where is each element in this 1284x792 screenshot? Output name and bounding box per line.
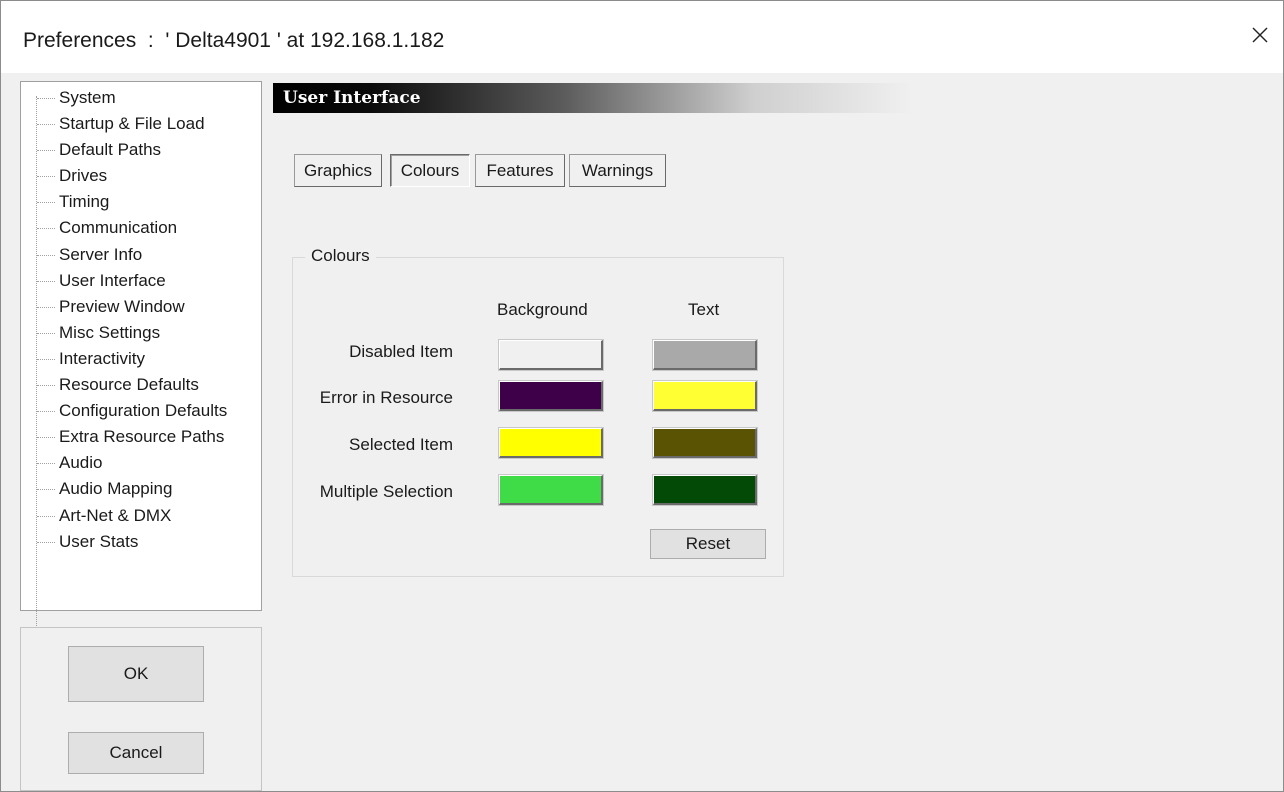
error-in-resource-background-swatch[interactable] [498, 380, 604, 412]
section-title: User Interface [283, 88, 421, 108]
sidebar-item-drives[interactable]: Drives [21, 165, 227, 191]
sidebar-item-default-paths[interactable]: Default Paths [21, 139, 227, 165]
cancel-button[interactable]: Cancel [68, 732, 204, 774]
sidebar-item-user-interface[interactable]: User Interface [21, 270, 227, 296]
disabled-item-text-swatch[interactable] [652, 339, 758, 371]
sidebar-item-preview-window[interactable]: Preview Window [21, 296, 227, 322]
sidebar-item-user-stats[interactable]: User Stats [21, 531, 227, 557]
sidebar-item-audio-mapping[interactable]: Audio Mapping [21, 478, 227, 504]
selected-item-background-swatch[interactable] [498, 427, 604, 459]
sidebar-item-art-net-dmx[interactable]: Art-Net & DMX [21, 505, 227, 531]
disabled-item-label: Disabled Item [349, 342, 453, 361]
window-title: Preferences : ' Delta4901 ' at 192.168.1… [23, 29, 445, 52]
sidebar-item-interactivity[interactable]: Interactivity [21, 348, 227, 374]
tab-colours[interactable]: Colours [390, 154, 470, 187]
section-header: User Interface [273, 83, 913, 113]
selected-item-text-swatch[interactable] [652, 427, 758, 459]
error-in-resource-label: Error in Resource [319, 388, 453, 407]
sidebar-item-configuration-defaults[interactable]: Configuration Defaults [21, 400, 227, 426]
disabled-item-background-swatch[interactable] [498, 339, 604, 371]
sidebar-item-startup-file-load[interactable]: Startup & File Load [21, 113, 227, 139]
multiple-selection-text-swatch[interactable] [652, 474, 758, 506]
sidebar-item-system[interactable]: System [21, 87, 227, 113]
dialog-buttons-group: OK Cancel [20, 627, 262, 791]
multiple-selection-background-swatch[interactable] [498, 474, 604, 506]
sidebar-item-audio[interactable]: Audio [21, 452, 227, 478]
sidebar-item-server-info[interactable]: Server Info [21, 244, 227, 270]
ok-button[interactable]: OK [68, 646, 204, 702]
multiple-selection-label: Multiple Selection [319, 482, 453, 501]
background-column-header: Background [497, 300, 588, 319]
tab-features[interactable]: Features [475, 154, 565, 187]
close-icon [1251, 26, 1269, 49]
sidebar-item-resource-defaults[interactable]: Resource Defaults [21, 374, 227, 400]
title-bar: Preferences : ' Delta4901 ' at 192.168.1… [1, 1, 1283, 73]
selected-item-label: Selected Item [349, 435, 453, 454]
sidebar-item-timing[interactable]: Timing [21, 191, 227, 217]
sidebar-item-misc-settings[interactable]: Misc Settings [21, 322, 227, 348]
text-column-header: Text [688, 300, 720, 319]
sidebar-item-extra-resource-paths[interactable]: Extra Resource Paths [21, 426, 227, 452]
tab-graphics[interactable]: Graphics [294, 154, 382, 187]
sidebar-item-communication[interactable]: Communication [21, 217, 227, 243]
error-in-resource-text-swatch[interactable] [652, 380, 758, 412]
close-button[interactable] [1237, 15, 1283, 59]
category-tree[interactable]: System Startup & File Load Default Paths Dr… [20, 81, 262, 628]
colours-group-title: Colours [305, 246, 376, 266]
reset-button[interactable]: Reset [650, 529, 766, 559]
tab-warnings[interactable]: Warnings [569, 154, 666, 187]
category-list: System Startup & File Load Default Paths Dr… [21, 87, 227, 557]
preferences-window: Preferences : ' Delta4901 ' at 192.168.1… [0, 0, 1284, 792]
